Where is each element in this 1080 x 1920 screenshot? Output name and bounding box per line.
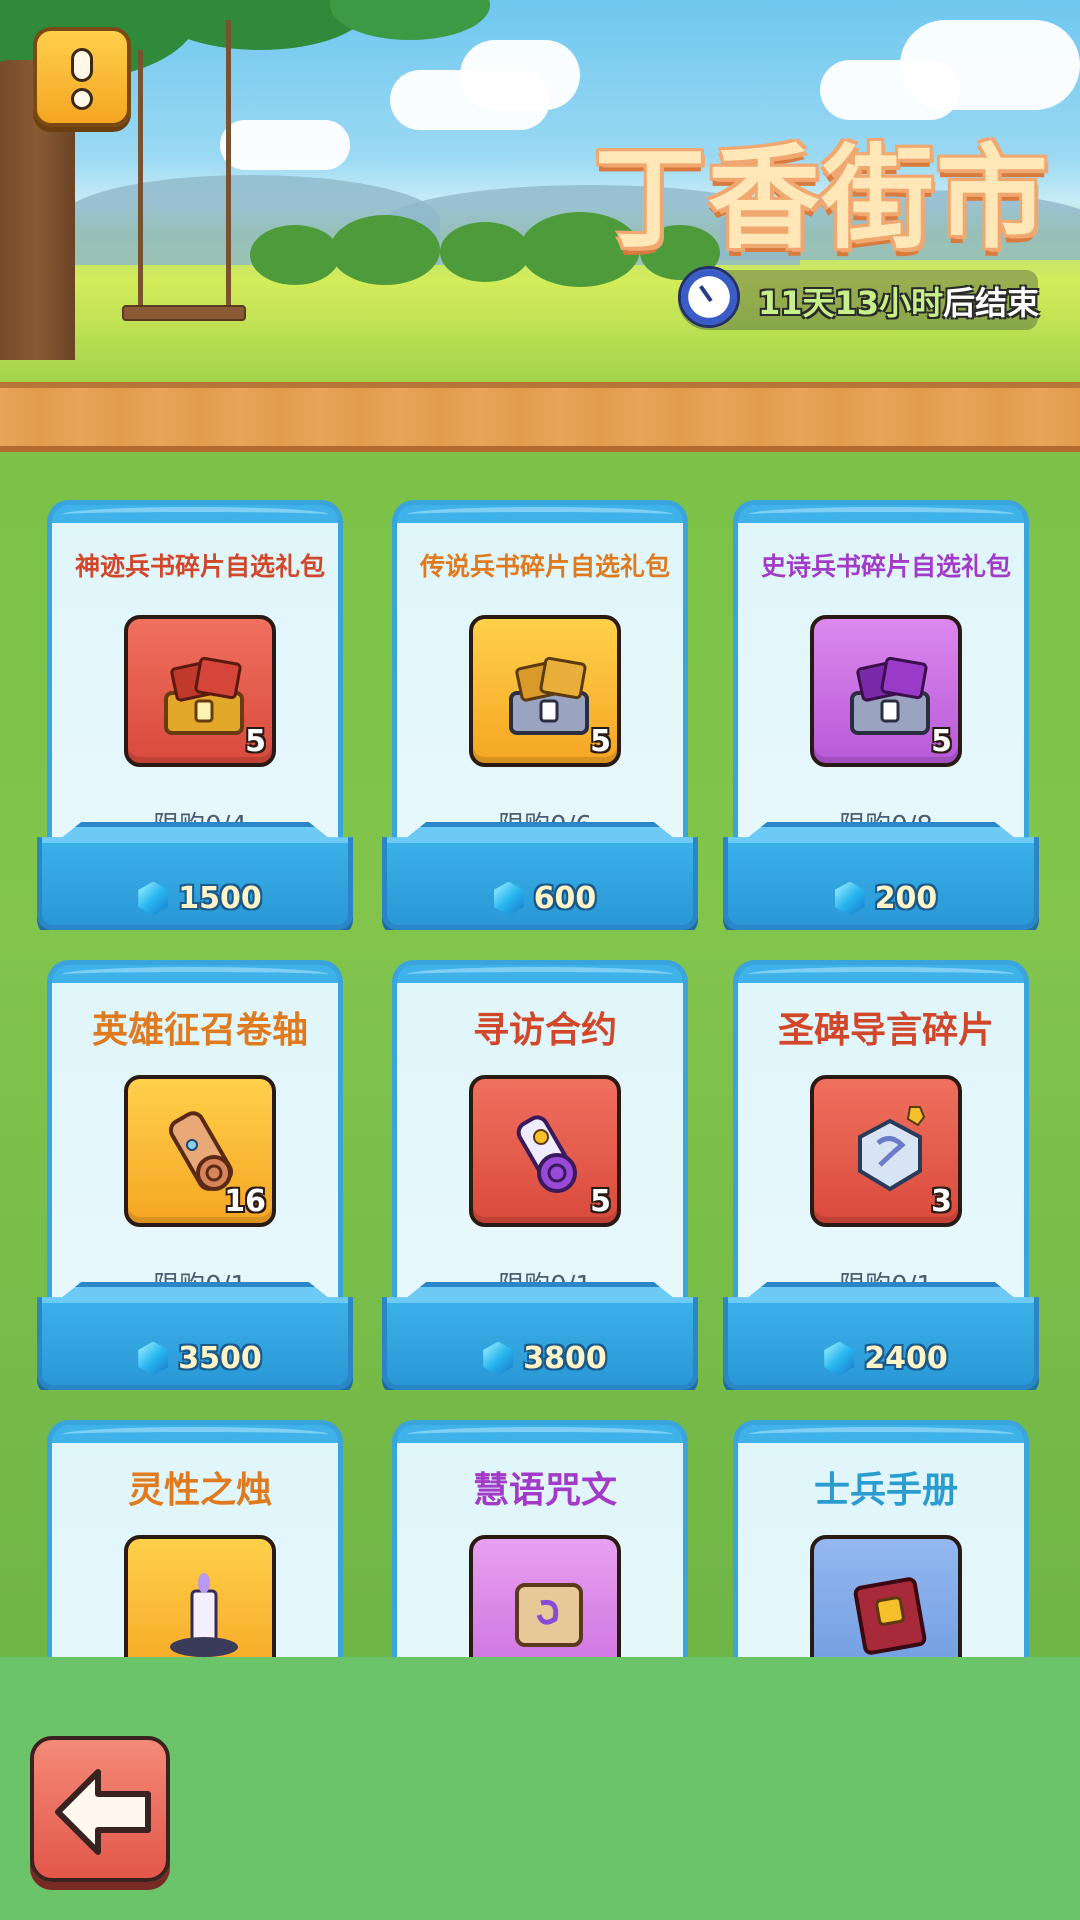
item-quantity: 3 xyxy=(931,1184,952,1219)
clock-icon xyxy=(678,266,740,328)
shop-item-card[interactable]: 传说兵书碎片自选礼包 5 限购0/6 600 xyxy=(382,500,698,930)
gem-icon xyxy=(138,881,169,916)
tree xyxy=(440,222,530,282)
item-title: 灵性之烛 xyxy=(127,1470,272,1511)
soldier-manual-icon xyxy=(853,1577,927,1655)
tree-foliage xyxy=(330,0,490,40)
page-title: 丁香街市 xyxy=(594,134,1050,264)
price: 200 xyxy=(874,881,938,916)
shop-item-card[interactable]: 寻访合约 5 限购0/1 3800 xyxy=(382,960,698,1390)
item-icon-box: 3 xyxy=(810,1075,962,1227)
timer-badge: 11天13小时后结束 xyxy=(678,266,1039,330)
shop-grid: 神迹兵书碎片自选礼包 5 限购0/4 1500 传说兵书碎片自选礼包 xyxy=(0,452,1080,1780)
back-arrow-icon xyxy=(55,1769,151,1855)
wooden-plank xyxy=(0,382,1080,452)
item-icon-box: 5 xyxy=(469,615,621,767)
item-quantity: 16 xyxy=(224,1184,266,1219)
buy-button[interactable]: 600 xyxy=(382,822,698,930)
price: 3800 xyxy=(523,1341,607,1376)
item-title: 英雄征召卷轴 xyxy=(91,1010,308,1051)
item-quantity: 5 xyxy=(590,724,611,759)
shop-item-card[interactable]: 英雄征召卷轴 16 限购0/1 3500 xyxy=(37,960,353,1390)
item-title: 寻访合约 xyxy=(472,1010,617,1051)
item-quantity: 5 xyxy=(590,1184,611,1219)
swing-rope xyxy=(138,50,143,310)
red-book-chest-icon xyxy=(164,656,244,735)
item-title: 史诗兵书碎片自选礼包 xyxy=(760,552,1011,581)
timer-text: 11天13小时后结束 xyxy=(758,278,1039,324)
shop-item-card[interactable]: 史诗兵书碎片自选礼包 5 限购0/8 200 xyxy=(723,500,1039,930)
exclamation-dot xyxy=(71,88,93,110)
gold-book-chest-icon xyxy=(509,656,589,735)
price: 1500 xyxy=(178,881,262,916)
tree xyxy=(330,215,440,285)
item-icon-box: 5 xyxy=(469,1075,621,1227)
tree xyxy=(250,225,340,285)
cloud xyxy=(460,40,580,110)
item-title: 神迹兵书碎片自选礼包 xyxy=(74,552,325,581)
price: 3500 xyxy=(178,1341,262,1376)
back-button[interactable] xyxy=(30,1736,170,1882)
timer-suffix: 后结束 xyxy=(943,284,1040,322)
price: 600 xyxy=(533,881,597,916)
menu-button[interactable] xyxy=(33,27,131,127)
rune-stone-icon xyxy=(858,1106,926,1192)
item-quantity: 5 xyxy=(931,724,952,759)
shop-item-card[interactable]: 圣碑导言碎片 3 限购0/1 2400 xyxy=(723,960,1039,1390)
gem-icon xyxy=(824,1341,855,1376)
item-title: 士兵手册 xyxy=(813,1470,958,1511)
swing-rope xyxy=(226,20,231,310)
swing-seat xyxy=(122,305,246,321)
buy-button[interactable]: 2400 xyxy=(723,1282,1039,1390)
header-banner: 丁香街市 11天13小时后结束 xyxy=(0,0,1080,390)
gem-icon xyxy=(138,1341,169,1376)
timer-duration: 11天13小时 xyxy=(758,284,944,322)
item-icon-box: 5 xyxy=(124,615,276,767)
buy-button[interactable]: 3500 xyxy=(37,1282,353,1390)
cloud xyxy=(220,120,350,170)
exclamation-icon xyxy=(71,48,93,82)
gem-icon xyxy=(834,881,865,916)
item-icon-box: 5 xyxy=(810,615,962,767)
item-quantity: 5 xyxy=(245,724,266,759)
spell-scroll-icon xyxy=(515,1583,583,1647)
gem-icon xyxy=(493,881,524,916)
gem-icon xyxy=(483,1341,514,1376)
price: 2400 xyxy=(864,1341,948,1376)
buy-button[interactable]: 3800 xyxy=(382,1282,698,1390)
item-icon-box: 16 xyxy=(124,1075,276,1227)
buy-button[interactable]: 1500 xyxy=(37,822,353,930)
item-title: 圣碑导言碎片 xyxy=(777,1010,994,1051)
contract-scroll-icon xyxy=(516,1115,577,1193)
buy-button[interactable]: 200 xyxy=(723,822,1039,930)
shop-item-card[interactable]: 神迹兵书碎片自选礼包 5 限购0/4 1500 xyxy=(37,500,353,930)
item-title: 传说兵书碎片自选礼包 xyxy=(419,552,670,581)
item-title: 慧语咒文 xyxy=(472,1470,617,1511)
purple-book-chest-icon xyxy=(850,656,930,735)
candle-icon xyxy=(170,1573,238,1657)
